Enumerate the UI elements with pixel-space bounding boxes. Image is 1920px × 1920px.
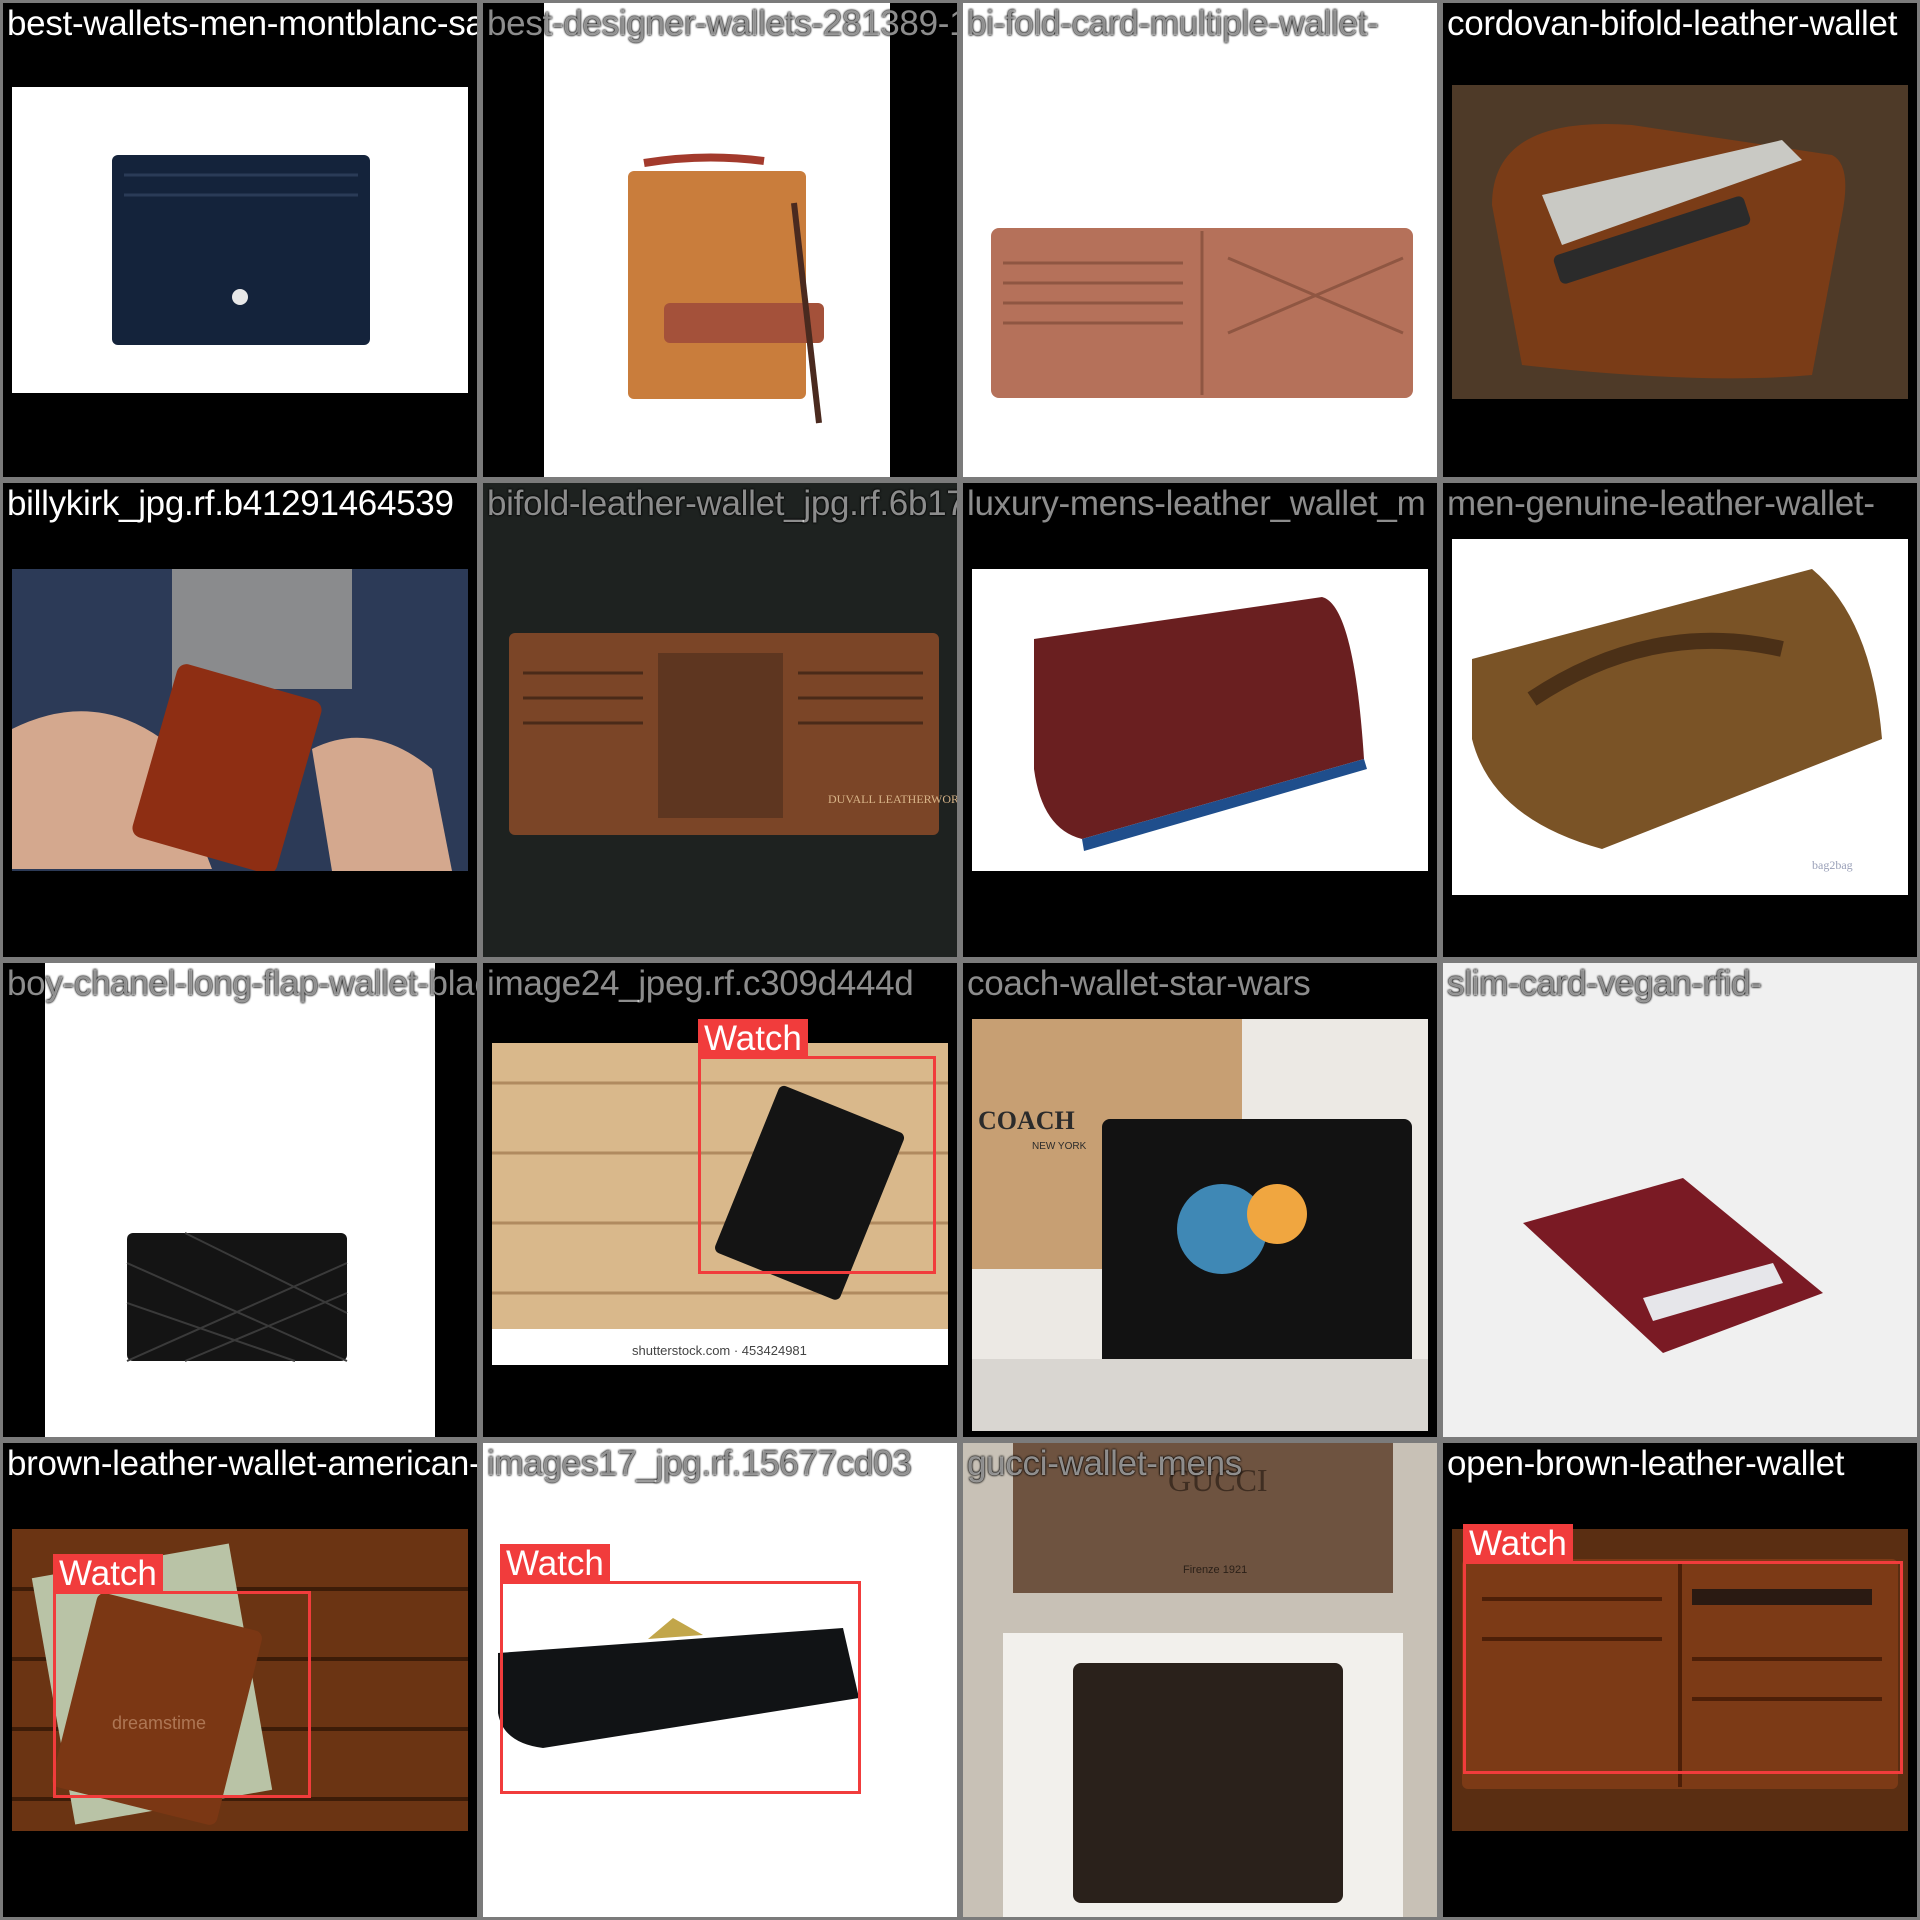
tile-gucci-wallet-in-box: gucci-wallet-mens GUCCI Firenze 1921 (960, 1440, 1440, 1920)
detection-box: Watch (53, 1554, 311, 1798)
svg-text:DUVALL LEATHERWORK: DUVALL LEATHERWORK (828, 792, 957, 806)
photo: bag2bag (1452, 539, 1908, 895)
svg-text:shutterstock.com · 453424981: shutterstock.com · 453424981 (632, 1343, 807, 1358)
detection-label: Watch (500, 1544, 610, 1584)
tile-filename: slim-card-vegan-rfid- (1447, 964, 1762, 1003)
tile-filename: bi-fold-card-multiple-wallet- (967, 4, 1379, 43)
detection-box: Watch (698, 1019, 936, 1274)
tile-billykirk-wallet-in-hands: billykirk_jpg.rf.b41291464539 (0, 480, 480, 960)
photo (1452, 85, 1908, 399)
photo (1443, 963, 1917, 1437)
detection-box: Watch (1463, 1524, 1903, 1774)
photo (12, 87, 468, 393)
tile-designer-wallet: best-designer-wallets-281389-1616620394 (480, 0, 960, 480)
tile-filename: images17_jpg.rf.15677cd03 (487, 1444, 912, 1483)
tile-filename: image24_jpeg.rf.c309d444d (487, 964, 914, 1003)
photo: DUVALL LEATHERWORK (483, 483, 957, 957)
svg-text:NEW YORK: NEW YORK (1032, 1141, 1087, 1152)
photo (45, 963, 435, 1437)
tile-chanel-flap-wallet: boy-chanel-long-flap-wallet-black (0, 960, 480, 1440)
tile-filename: brown-leather-wallet-american-dollars (7, 1444, 480, 1483)
svg-text:Firenze 1921: Firenze 1921 (1183, 1564, 1247, 1576)
photo: COACH NEW YORK (972, 1019, 1428, 1431)
tile-coach-star-wars-wallet: coach-wallet-star-wars COACH NEW YORK (960, 960, 1440, 1440)
photo (972, 569, 1428, 871)
tile-filename: open-brown-leather-wallet (1447, 1444, 1845, 1483)
photo (963, 3, 1437, 477)
photo: GUCCI Firenze 1921 (963, 1443, 1437, 1917)
tile-cordovan-wallet-knife: cordovan-bifold-leather-wallet (1440, 0, 1920, 480)
detection-label: Watch (53, 1554, 163, 1594)
photo (12, 569, 468, 871)
tile-brown-wallet-dollars: brown-leather-wallet-american-dollars dr… (0, 1440, 480, 1920)
tile-filename: coach-wallet-star-wars (967, 964, 1311, 1003)
tile-luxury-mens-wallet: luxury-mens-leather_wallet_m (960, 480, 1440, 960)
tile-filename: luxury-mens-leather_wallet_m (967, 484, 1426, 523)
detection-label: Watch (1463, 1524, 1573, 1564)
tile-filename: bifold-leather-wallet_jpg.rf.6b1798 (487, 484, 960, 523)
tile-filename: gucci-wallet-mens (967, 1444, 1242, 1483)
detection-box: Watch (500, 1544, 861, 1794)
tile-filename: best-designer-wallets-281389-1616620394 (487, 4, 957, 43)
tile-slim-black-card-case: images17_jpg.rf.15677cd03 Watch (480, 1440, 960, 1920)
tile-open-brown-leather-wallet: open-brown-leather-wallet Watch (1440, 1440, 1920, 1920)
tile-bifold-open-wallet: bi-fold-card-multiple-wallet- (960, 0, 1440, 480)
tile-black-wallet-on-wood: image24_jpeg.rf.c309d444d shutterstock.c… (480, 960, 960, 1440)
tile-filename: cordovan-bifold-leather-wallet (1447, 4, 1898, 43)
tile-crocodile-leather-wallet: men-genuine-leather-wallet- bag2bag (1440, 480, 1920, 960)
svg-text:bag2bag: bag2bag (1812, 858, 1853, 872)
tile-trifold-leather-wallet: bifold-leather-wallet_jpg.rf.6b1798 DUVA… (480, 480, 960, 960)
tile-filename: men-genuine-leather-wallet- (1447, 484, 1875, 523)
tile-filename: boy-chanel-long-flap-wallet-black (7, 964, 480, 1003)
image-grid: best-wallets-men-montblanc-sar best-desi… (0, 0, 1920, 1920)
tile-slim-vegan-card-wallet: slim-card-vegan-rfid- (1440, 960, 1920, 1440)
tile-montblanc-card-holder: best-wallets-men-montblanc-sar (0, 0, 480, 480)
tile-filename: best-wallets-men-montblanc-sar (7, 4, 480, 43)
photo (544, 3, 890, 477)
tile-filename: billykirk_jpg.rf.b41291464539 (7, 484, 454, 523)
svg-text:COACH: COACH (978, 1106, 1075, 1135)
detection-label: Watch (698, 1019, 808, 1059)
